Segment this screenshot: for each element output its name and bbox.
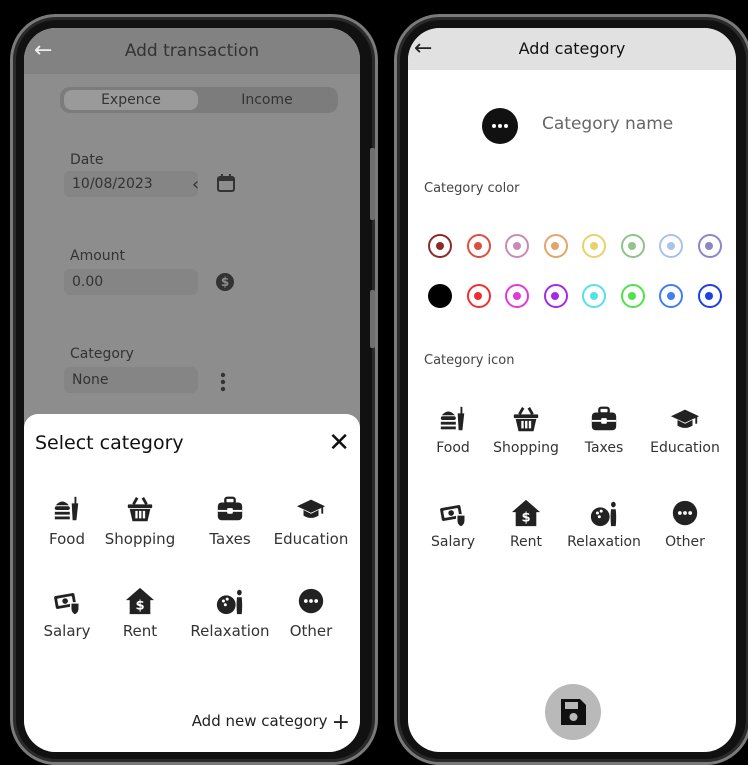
color-swatch[interactable] bbox=[697, 234, 722, 258]
more-dots-icon bbox=[670, 498, 700, 528]
icon-option-shopping[interactable]: Shopping bbox=[483, 404, 569, 456]
category-education[interactable]: Education bbox=[268, 494, 354, 548]
color-swatch[interactable] bbox=[697, 284, 722, 308]
shopping-basket-icon bbox=[125, 494, 155, 524]
add-new-category-button[interactable]: Add new category + bbox=[192, 710, 350, 735]
app-bar: ← Add category bbox=[408, 28, 736, 70]
calendar-icon[interactable] bbox=[216, 173, 236, 198]
category-label: Other bbox=[289, 622, 333, 640]
color-swatch[interactable] bbox=[428, 284, 452, 308]
category-label: Rent bbox=[122, 622, 158, 640]
briefcase-icon bbox=[215, 494, 245, 524]
category-name-input[interactable]: Category name bbox=[542, 114, 736, 134]
app-bar: ← Add transaction bbox=[24, 28, 360, 74]
category-taxes[interactable]: Taxes bbox=[187, 494, 273, 548]
shopping-basket-icon bbox=[511, 404, 541, 434]
date-label: Date bbox=[70, 152, 104, 168]
color-swatch[interactable] bbox=[659, 284, 683, 308]
more-dots-icon bbox=[296, 586, 326, 616]
amount-label: Amount bbox=[70, 248, 126, 264]
bowling-icon bbox=[589, 498, 619, 528]
power-button bbox=[370, 290, 375, 348]
add-category-screen: ← Add category Category name Category co… bbox=[408, 28, 736, 752]
icon-option-rent[interactable]: Rent bbox=[483, 498, 569, 550]
category-icon-label: Category icon bbox=[424, 353, 515, 368]
chevron-left-icon[interactable]: ‹ bbox=[192, 174, 199, 195]
add-new-category-label: Add new category bbox=[191, 712, 328, 730]
color-swatch[interactable] bbox=[466, 284, 491, 308]
category-label: Taxes bbox=[209, 530, 251, 548]
color-swatch[interactable] bbox=[543, 284, 568, 308]
category-label: Category bbox=[70, 346, 134, 362]
selected-icon-preview[interactable] bbox=[482, 108, 518, 144]
salary-icon bbox=[52, 586, 82, 616]
color-swatch[interactable] bbox=[620, 284, 645, 308]
briefcase-icon bbox=[589, 404, 619, 434]
graduation-cap-icon bbox=[670, 404, 700, 434]
category-rent[interactable]: Rent bbox=[97, 586, 183, 640]
salary-icon bbox=[438, 498, 468, 528]
color-swatch[interactable] bbox=[466, 234, 491, 258]
category-other[interactable]: Other bbox=[268, 586, 354, 640]
type-toggle: Expence Income bbox=[60, 87, 338, 113]
date-field[interactable]: 10/08/2023 bbox=[64, 171, 198, 197]
icon-option-relaxation[interactable]: Relaxation bbox=[558, 498, 650, 550]
sheet-title: Select category bbox=[35, 432, 184, 454]
dollar-icon: $ bbox=[216, 273, 234, 291]
category-label: Shopping bbox=[104, 530, 176, 548]
color-swatch[interactable] bbox=[505, 234, 529, 258]
icon-option-label: Other bbox=[665, 534, 705, 550]
bowling-icon bbox=[215, 586, 245, 616]
color-swatch[interactable] bbox=[659, 234, 683, 258]
icon-option-label: Shopping bbox=[493, 440, 559, 456]
icon-option-label: Taxes bbox=[584, 440, 624, 456]
page-title: Add transaction bbox=[124, 41, 260, 61]
category-label: Relaxation bbox=[190, 622, 270, 640]
icon-option-education[interactable]: Education bbox=[640, 404, 730, 456]
color-swatch[interactable] bbox=[543, 234, 568, 258]
add-transaction-screen: ← Add transaction Expence Income Date 10… bbox=[24, 28, 360, 752]
tab-income[interactable]: Income bbox=[200, 90, 334, 110]
color-swatch[interactable] bbox=[582, 234, 606, 258]
plus-icon: + bbox=[331, 710, 350, 735]
food-icon bbox=[438, 404, 468, 434]
volume-button bbox=[370, 148, 375, 220]
color-swatch[interactable] bbox=[620, 234, 645, 258]
icon-option-other[interactable]: Other bbox=[642, 498, 728, 550]
icon-option-taxes[interactable]: Taxes bbox=[561, 404, 647, 456]
close-icon[interactable]: ✕ bbox=[328, 428, 350, 458]
more-vertical-icon[interactable] bbox=[220, 371, 226, 393]
tab-expence[interactable]: Expence bbox=[64, 90, 198, 110]
color-swatch[interactable] bbox=[505, 284, 529, 308]
category-relaxation[interactable]: Relaxation bbox=[187, 586, 273, 640]
floppy-disk-icon bbox=[561, 699, 586, 725]
category-shopping[interactable]: Shopping bbox=[97, 494, 183, 548]
house-dollar-icon bbox=[511, 498, 541, 528]
save-button[interactable] bbox=[545, 684, 601, 740]
icon-option-label: Relaxation bbox=[567, 534, 641, 550]
category-color-label: Category color bbox=[424, 181, 520, 196]
icon-option-label: Education bbox=[650, 440, 720, 456]
select-category-sheet: Select category ✕ Food Shopping Taxes Ed… bbox=[24, 414, 360, 752]
category-field[interactable]: None bbox=[64, 367, 198, 393]
category-label: Education bbox=[273, 530, 349, 548]
icon-option-label: Rent bbox=[509, 534, 543, 550]
color-swatch[interactable] bbox=[582, 284, 606, 308]
graduation-cap-icon bbox=[296, 494, 326, 524]
food-icon bbox=[52, 494, 82, 524]
page-title: Add category bbox=[518, 39, 626, 58]
house-dollar-icon bbox=[125, 586, 155, 616]
color-swatch[interactable] bbox=[428, 234, 452, 258]
amount-field[interactable]: 0.00 bbox=[64, 269, 198, 295]
